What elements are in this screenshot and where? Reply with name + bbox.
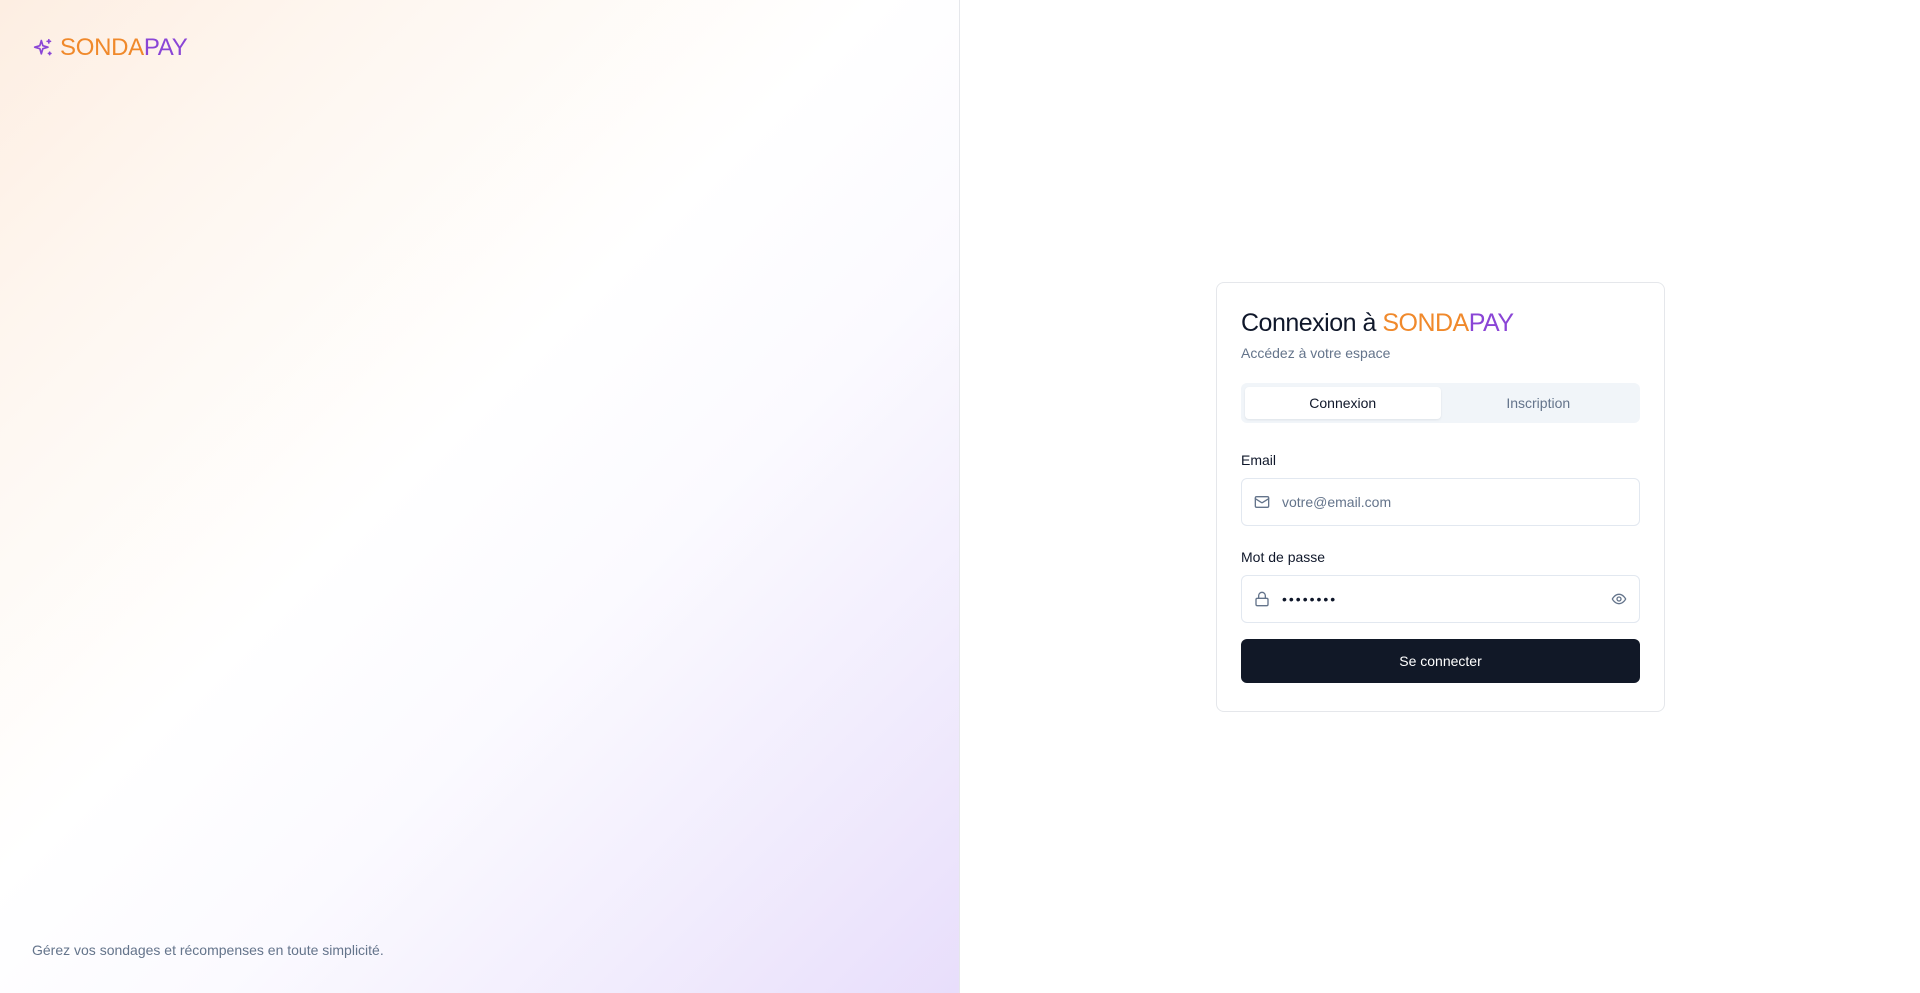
password-label: Mot de passe xyxy=(1241,549,1326,565)
page-title: Connexion à SONDAPAY xyxy=(1241,307,1640,339)
brand-tagline: Gérez vos sondages et récompenses en tou… xyxy=(32,942,384,958)
login-card: Connexion à SONDAPAY Accédez à votre esp… xyxy=(1216,282,1665,712)
page-subtitle: Accédez à votre espace xyxy=(1241,345,1391,361)
title-brand-pay: PAY xyxy=(1468,309,1514,337)
brand-name-pay: PAY xyxy=(143,34,188,61)
tab-inscription[interactable]: Inscription xyxy=(1441,387,1637,419)
password-field[interactable] xyxy=(1282,576,1599,622)
title-brand-sonda: SONDA xyxy=(1382,309,1469,337)
auth-tabs: Connexion Inscription xyxy=(1241,383,1640,423)
sparkles-icon xyxy=(32,37,54,59)
brand-panel: SONDAPAY Gérez vos sondages et récompens… xyxy=(0,0,960,993)
title-prefix: Connexion à xyxy=(1241,309,1383,337)
email-field[interactable] xyxy=(1282,479,1627,525)
auth-panel: Connexion à SONDAPAY Accédez à votre esp… xyxy=(960,0,1920,993)
tab-connexion[interactable]: Connexion xyxy=(1245,387,1441,419)
brand-name-sonda: SONDA xyxy=(60,34,144,61)
brand-logo[interactable]: SONDAPAY xyxy=(32,32,188,64)
password-field-wrapper xyxy=(1241,575,1640,623)
eye-icon[interactable] xyxy=(1611,591,1627,607)
email-label: Email xyxy=(1241,452,1277,468)
mail-icon xyxy=(1254,494,1270,510)
brand-name: SONDAPAY xyxy=(60,34,188,62)
lock-icon xyxy=(1254,591,1270,607)
email-field-wrapper xyxy=(1241,478,1640,526)
login-page: SONDAPAY Gérez vos sondages et récompens… xyxy=(0,0,1920,993)
login-button[interactable]: Se connecter xyxy=(1241,639,1640,683)
